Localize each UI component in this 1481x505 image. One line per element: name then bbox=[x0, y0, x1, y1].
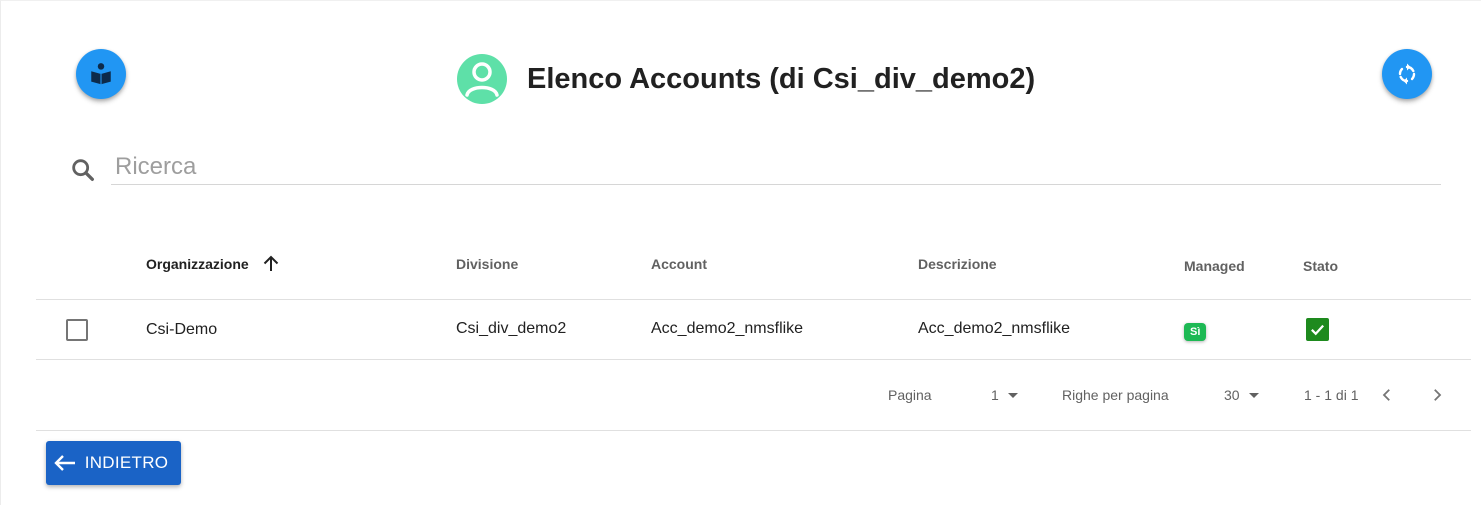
table-row[interactable]: Csi-Demo Csi_div_demo2 Acc_demo2_nmsflik… bbox=[36, 300, 1471, 360]
rows-per-page-label: Righe per pagina bbox=[1062, 387, 1169, 403]
page-label: Pagina bbox=[888, 387, 932, 403]
column-header-stato[interactable]: Stato bbox=[1303, 231, 1338, 301]
cell-account: Acc_demo2_nmsflike bbox=[651, 319, 804, 337]
rows-per-page-value: 30 bbox=[1224, 387, 1240, 403]
managed-badge: Sì bbox=[1184, 322, 1207, 341]
refresh-button[interactable] bbox=[1382, 49, 1432, 99]
range-text: 1 - 1 di 1 bbox=[1304, 387, 1359, 403]
page-select[interactable]: 1 bbox=[991, 360, 1018, 430]
accounts-page: Elenco Accounts (di Csi_div_demo2) Organ… bbox=[0, 0, 1481, 505]
pagination-bar: Pagina 1 Righe per pagina 30 1 - 1 di 1 bbox=[36, 360, 1471, 431]
status-check-icon bbox=[1306, 318, 1329, 341]
row-select-cell bbox=[66, 300, 88, 359]
column-header-managed[interactable]: Managed bbox=[1184, 231, 1245, 301]
page-title: Elenco Accounts (di Csi_div_demo2) bbox=[527, 62, 1036, 95]
sort-arrow-up-icon bbox=[261, 254, 281, 274]
avatar bbox=[457, 54, 507, 104]
previous-page-button[interactable] bbox=[1378, 360, 1396, 430]
refresh-icon bbox=[1398, 63, 1416, 85]
cell-divisione: Csi_div_demo2 bbox=[456, 319, 567, 337]
cell-descrizione: Acc_demo2_nmsflike bbox=[918, 319, 1071, 337]
caret-down-icon bbox=[1248, 392, 1259, 398]
cell-managed: Sì bbox=[1184, 300, 1207, 359]
accounts-table: Organizzazione Divisione Account Descriz… bbox=[36, 229, 1471, 431]
account-circle-icon bbox=[465, 62, 499, 97]
cell-organizzazione: Csi-Demo bbox=[146, 320, 218, 338]
search-input[interactable] bbox=[111, 149, 1441, 185]
chevron-right-icon bbox=[1434, 389, 1442, 401]
search-icon bbox=[72, 159, 94, 181]
guide-button[interactable] bbox=[76, 49, 126, 99]
page-header: Elenco Accounts (di Csi_div_demo2) bbox=[457, 53, 1035, 105]
column-header-organizzazione[interactable]: Organizzazione bbox=[146, 229, 281, 299]
cell-stato bbox=[1306, 300, 1329, 359]
column-header-divisione[interactable]: Divisione bbox=[456, 229, 518, 299]
row-checkbox[interactable] bbox=[66, 318, 88, 341]
caret-down-icon bbox=[1007, 392, 1018, 398]
column-label: Organizzazione bbox=[146, 256, 249, 272]
column-header-descrizione[interactable]: Descrizione bbox=[918, 229, 997, 299]
page-select-value: 1 bbox=[991, 387, 999, 403]
back-button[interactable]: INDIETRO bbox=[46, 441, 181, 485]
next-page-button[interactable] bbox=[1428, 360, 1446, 430]
book-reader-icon bbox=[91, 63, 111, 85]
chevron-left-icon bbox=[1382, 389, 1390, 401]
table-header: Organizzazione Divisione Account Descriz… bbox=[36, 229, 1471, 300]
back-button-label: INDIETRO bbox=[84, 453, 169, 472]
arrow-left-icon bbox=[53, 453, 77, 473]
column-header-account[interactable]: Account bbox=[651, 229, 707, 299]
rows-per-page-select[interactable]: 30 bbox=[1224, 360, 1259, 430]
